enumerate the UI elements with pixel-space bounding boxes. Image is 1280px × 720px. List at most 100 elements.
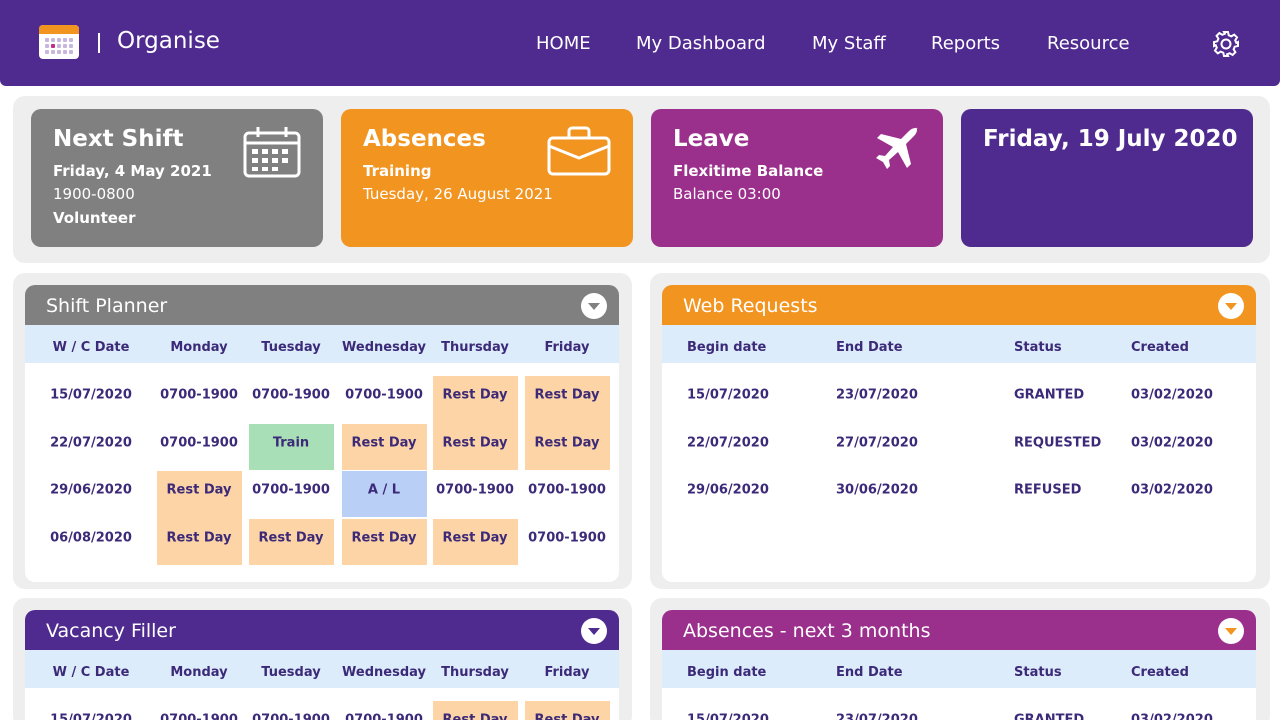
collapse-toggle-icon[interactable] (581, 293, 607, 319)
status: REQUESTED (1014, 435, 1102, 451)
card-title: Next Shift (53, 126, 184, 152)
column-header: End Date (836, 340, 903, 355)
shift-cell[interactable]: 0700-1900 (345, 713, 423, 720)
shift-cell[interactable]: A / L (368, 483, 400, 498)
shift-cell[interactable]: 0700-1900 (528, 531, 606, 546)
app-title: Organise (117, 28, 220, 54)
next-shift-type: Volunteer (53, 209, 136, 227)
created-date: 03/02/2020 (1131, 435, 1213, 451)
shift-cell[interactable]: Rest Day (535, 388, 600, 403)
calendar-logo-icon[interactable] (39, 25, 79, 59)
nav-reports[interactable]: Reports (931, 33, 1000, 54)
column-header-row: Begin date End Date Status Created (662, 650, 1256, 688)
panel-title: Vacancy Filler (46, 620, 176, 642)
absences-next-header: Absences - next 3 months (662, 610, 1256, 650)
column-header: W / C Date (52, 340, 130, 355)
nav-resource[interactable]: Resource (1047, 33, 1130, 54)
column-header: Created (1131, 665, 1189, 680)
shift-planner-panel: Shift Planner W / C Date Monday Tuesday Wed… (25, 285, 619, 582)
shift-cell[interactable]: Rest Day (259, 531, 324, 546)
status: GRANTED (1014, 387, 1085, 403)
shift-cell[interactable]: Train (273, 436, 309, 451)
shift-cell[interactable]: 0700-1900 (160, 713, 238, 720)
shift-cell[interactable]: Rest Day (443, 388, 508, 403)
created-date: 03/02/2020 (1131, 482, 1213, 498)
week-commencing-date: 06/08/2020 (50, 530, 132, 546)
collapse-toggle-icon[interactable] (1218, 293, 1244, 319)
begin-date: 22/07/2020 (687, 435, 769, 451)
column-header: Tuesday (261, 340, 321, 355)
shift-cell[interactable]: Rest Day (443, 713, 508, 720)
shift-cell[interactable]: Rest Day (352, 531, 417, 546)
column-header: Begin date (687, 665, 767, 680)
week-commencing-date: 22/07/2020 (50, 435, 132, 451)
leave-balance-label: Flexitime Balance (673, 162, 824, 180)
vacancy-filler-header: Vacancy Filler (25, 610, 619, 650)
column-header: Tuesday (261, 665, 321, 680)
collapse-toggle-icon[interactable] (1218, 618, 1244, 644)
panel-title: Shift Planner (46, 295, 168, 317)
status: GRANTED (1014, 712, 1085, 720)
end-date: 30/06/2020 (836, 482, 918, 498)
collapse-toggle-icon[interactable] (581, 618, 607, 644)
card-title: Absences (363, 126, 486, 152)
week-commencing-date: 15/07/2020 (50, 712, 132, 720)
begin-date: 15/07/2020 (687, 712, 769, 720)
week-commencing-date: 15/07/2020 (50, 387, 132, 403)
absence-date: Tuesday, 26 August 2021 (363, 185, 553, 203)
shift-cell[interactable]: 0700-1900 (160, 388, 238, 403)
current-date: Friday, 19 July 2020 (983, 126, 1238, 152)
current-date-card: Friday, 19 July 2020 (961, 109, 1253, 247)
column-header: Thursday (441, 665, 509, 680)
briefcase-icon (547, 126, 611, 176)
shift-cell[interactable]: Rest Day (167, 483, 232, 498)
column-header-row: W / C Date Monday Tuesday Wednesday Thursday… (25, 650, 619, 688)
next-shift-date: Friday, 4 May 2021 (53, 162, 212, 180)
shift-cell[interactable]: Rest Day (167, 531, 232, 546)
shift-cell[interactable]: Rest Day (443, 531, 508, 546)
column-header: Created (1131, 340, 1189, 355)
column-header: W / C Date (52, 665, 130, 680)
end-date: 23/07/2020 (836, 712, 918, 720)
column-header: Thursday (441, 340, 509, 355)
week-commencing-date: 29/06/2020 (50, 482, 132, 498)
absence-type: Training (363, 162, 432, 180)
shift-cell[interactable]: Rest Day (352, 436, 417, 451)
column-header: Status (1014, 665, 1062, 680)
end-date: 27/07/2020 (836, 435, 918, 451)
calendar-icon (243, 127, 301, 178)
shift-cell[interactable]: 0700-1900 (252, 388, 330, 403)
next-shift-card[interactable]: Next Shift Friday, 4 May 2021 1900-0800 … (31, 109, 323, 247)
airplane-icon (876, 127, 918, 169)
title-divider (98, 33, 100, 53)
shift-cell[interactable]: 0700-1900 (528, 483, 606, 498)
shift-cell[interactable]: Rest Day (535, 713, 600, 720)
created-date: 03/02/2020 (1131, 712, 1213, 720)
next-shift-time: 1900-0800 (53, 185, 135, 203)
nav-my-dashboard[interactable]: My Dashboard (636, 33, 766, 54)
shift-cell[interactable]: 0700-1900 (160, 436, 238, 451)
vacancy-filler-panel: Vacancy Filler W / C Date Monday Tuesday We… (25, 610, 619, 720)
column-header: Friday (544, 665, 590, 680)
shift-planner-header: Shift Planner (25, 285, 619, 325)
shift-cell[interactable]: Rest Day (535, 436, 600, 451)
created-date: 03/02/2020 (1131, 387, 1213, 403)
nav-my-staff[interactable]: My Staff (812, 33, 886, 54)
column-header: Friday (544, 340, 590, 355)
shift-cell[interactable]: 0700-1900 (345, 388, 423, 403)
gear-icon[interactable] (1212, 30, 1240, 58)
shift-cell[interactable]: 0700-1900 (436, 483, 514, 498)
nav-home[interactable]: HOME (536, 33, 591, 54)
absences-card[interactable]: Absences Training Tuesday, 26 August 202… (341, 109, 633, 247)
shift-cell[interactable]: 0700-1900 (252, 713, 330, 720)
begin-date: 29/06/2020 (687, 482, 769, 498)
begin-date: 15/07/2020 (687, 387, 769, 403)
status: REFUSED (1014, 482, 1082, 498)
leave-card[interactable]: Leave Flexitime Balance Balance 03:00 (651, 109, 943, 247)
column-header: Wednesday (342, 340, 426, 355)
shift-cell[interactable]: Rest Day (443, 436, 508, 451)
top-nav-bar: Organise HOME My Dashboard My Staff Repo… (0, 0, 1280, 86)
column-header: Status (1014, 340, 1062, 355)
leave-balance-value: Balance 03:00 (673, 185, 781, 203)
shift-cell[interactable]: 0700-1900 (252, 483, 330, 498)
